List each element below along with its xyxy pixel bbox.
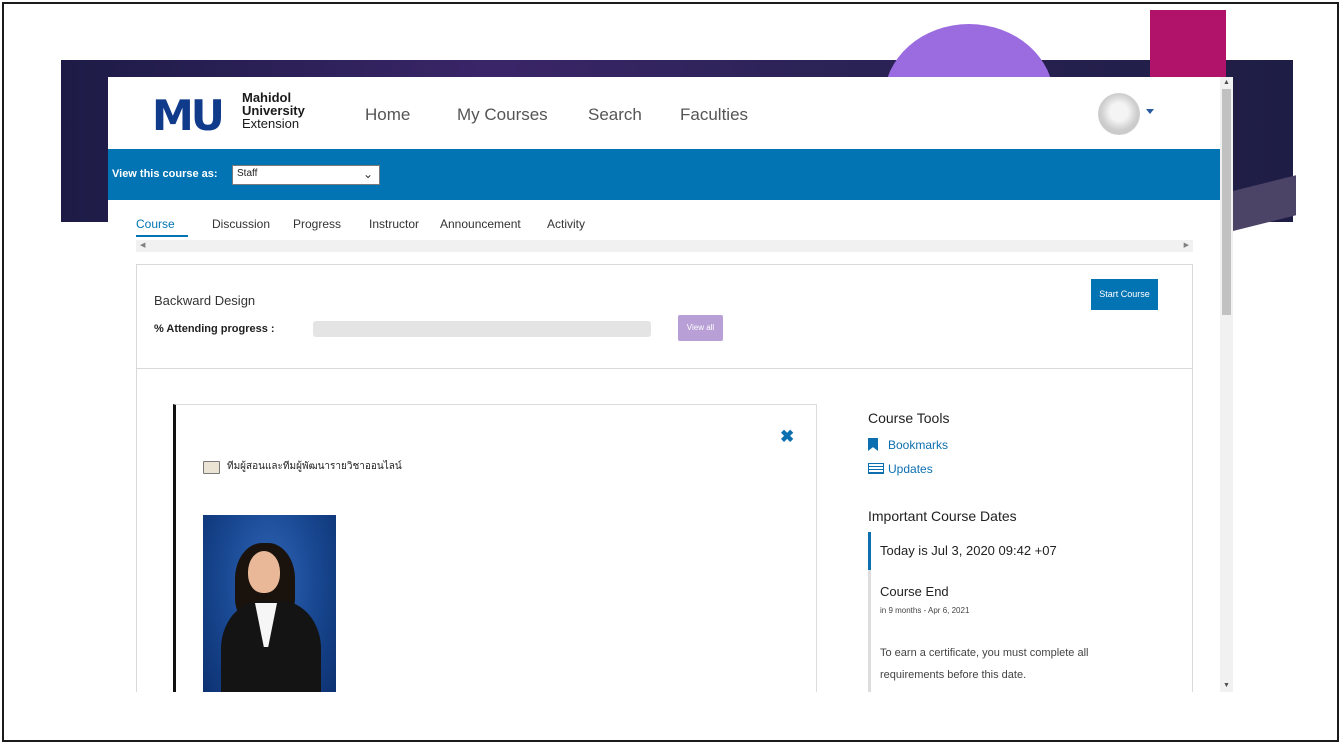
active-tab-indicator bbox=[136, 235, 188, 237]
close-icon[interactable]: ✖ bbox=[780, 427, 794, 447]
progress-bar bbox=[313, 321, 651, 337]
course-title: Backward Design bbox=[154, 293, 256, 308]
welcome-message-card: ✖ ทีมผู้สอนและทีมผู้พัฒนารายวิชาออนไลน์ bbox=[173, 404, 817, 692]
view-as-select[interactable]: Staff ⌄ bbox=[232, 165, 380, 185]
course-tools-heading: Course Tools bbox=[868, 410, 950, 426]
logo-mark: MU bbox=[152, 91, 225, 140]
site-logo[interactable]: MU Mahidol University Extension bbox=[152, 91, 332, 141]
tab-activity[interactable]: Activity bbox=[547, 217, 585, 231]
chevron-down-icon: ⌄ bbox=[362, 167, 373, 181]
logo-line-3: Extension bbox=[242, 116, 300, 131]
page-vertical-scrollbar[interactable]: ▲ ▼ bbox=[1220, 77, 1233, 692]
tab-instructor[interactable]: Instructor bbox=[369, 217, 419, 231]
course-header: Backward Design % Attending progress : V… bbox=[137, 265, 1192, 369]
logo-wordmark: Mahidol University Extension bbox=[242, 91, 305, 130]
tab-discussion[interactable]: Discussion bbox=[212, 217, 270, 231]
course-end-item: Course End in 9 months - Apr 6, 2021 To … bbox=[868, 570, 1141, 692]
updates-label: Updates bbox=[888, 462, 933, 476]
staff-view-bar: View this course as: Staff ⌄ bbox=[108, 149, 1220, 200]
scroll-left-arrow-icon[interactable]: ◀ bbox=[140, 240, 145, 252]
tab-announcement[interactable]: Announcement bbox=[440, 217, 521, 231]
course-end-date: in 9 months - Apr 6, 2021 bbox=[880, 606, 970, 615]
card-title: ทีมผู้สอนและทีมผู้พัฒนารายวิชาออนไลน์ bbox=[227, 461, 402, 472]
tv-icon bbox=[203, 461, 220, 474]
tab-progress[interactable]: Progress bbox=[293, 217, 341, 231]
tabs-horizontal-scrollbar[interactable]: ◀ ▶ bbox=[136, 240, 1193, 252]
course-end-title: Course End bbox=[880, 584, 949, 599]
course-dates-heading: Important Course Dates bbox=[868, 508, 1017, 524]
top-navigation: MU Mahidol University Extension Home My … bbox=[108, 77, 1220, 149]
scroll-down-arrow-icon[interactable]: ▼ bbox=[1220, 680, 1233, 692]
view-all-button[interactable]: View all bbox=[678, 315, 723, 341]
nav-search[interactable]: Search bbox=[588, 105, 642, 125]
scroll-right-arrow-icon[interactable]: ▶ bbox=[1184, 240, 1189, 252]
today-date-item: Today is Jul 3, 2020 09:42 +07 bbox=[868, 532, 1141, 570]
browser-viewport: MU Mahidol University Extension Home My … bbox=[108, 77, 1233, 692]
nav-my-courses[interactable]: My Courses bbox=[457, 105, 548, 125]
start-course-button[interactable]: Start Course bbox=[1091, 279, 1158, 310]
caret-down-icon[interactable] bbox=[1146, 109, 1154, 114]
slide-decoration-square bbox=[1150, 10, 1226, 82]
nav-faculties[interactable]: Faculties bbox=[680, 105, 748, 125]
tab-course[interactable]: Course bbox=[136, 217, 175, 231]
course-end-description: To earn a certificate, you must complete… bbox=[880, 647, 1089, 681]
nav-home[interactable]: Home bbox=[365, 105, 410, 125]
bookmarks-label: Bookmarks bbox=[888, 438, 949, 452]
instructor-photo bbox=[203, 515, 336, 692]
updates-link[interactable]: Updates bbox=[868, 462, 933, 476]
bookmarks-link[interactable]: Bookmarks bbox=[868, 438, 948, 452]
view-as-label: View this course as: bbox=[112, 168, 218, 180]
updates-icon bbox=[868, 463, 884, 474]
view-as-selected-value: Staff bbox=[237, 168, 258, 179]
today-date-text: Today is Jul 3, 2020 09:42 +07 bbox=[880, 543, 1057, 558]
user-avatar[interactable] bbox=[1098, 93, 1140, 135]
progress-label: % Attending progress : bbox=[154, 323, 275, 335]
scrollbar-thumb[interactable] bbox=[1222, 89, 1231, 315]
scroll-up-arrow-icon[interactable]: ▲ bbox=[1220, 77, 1233, 89]
bookmark-icon bbox=[868, 438, 878, 451]
course-panel: Backward Design % Attending progress : V… bbox=[136, 264, 1193, 692]
